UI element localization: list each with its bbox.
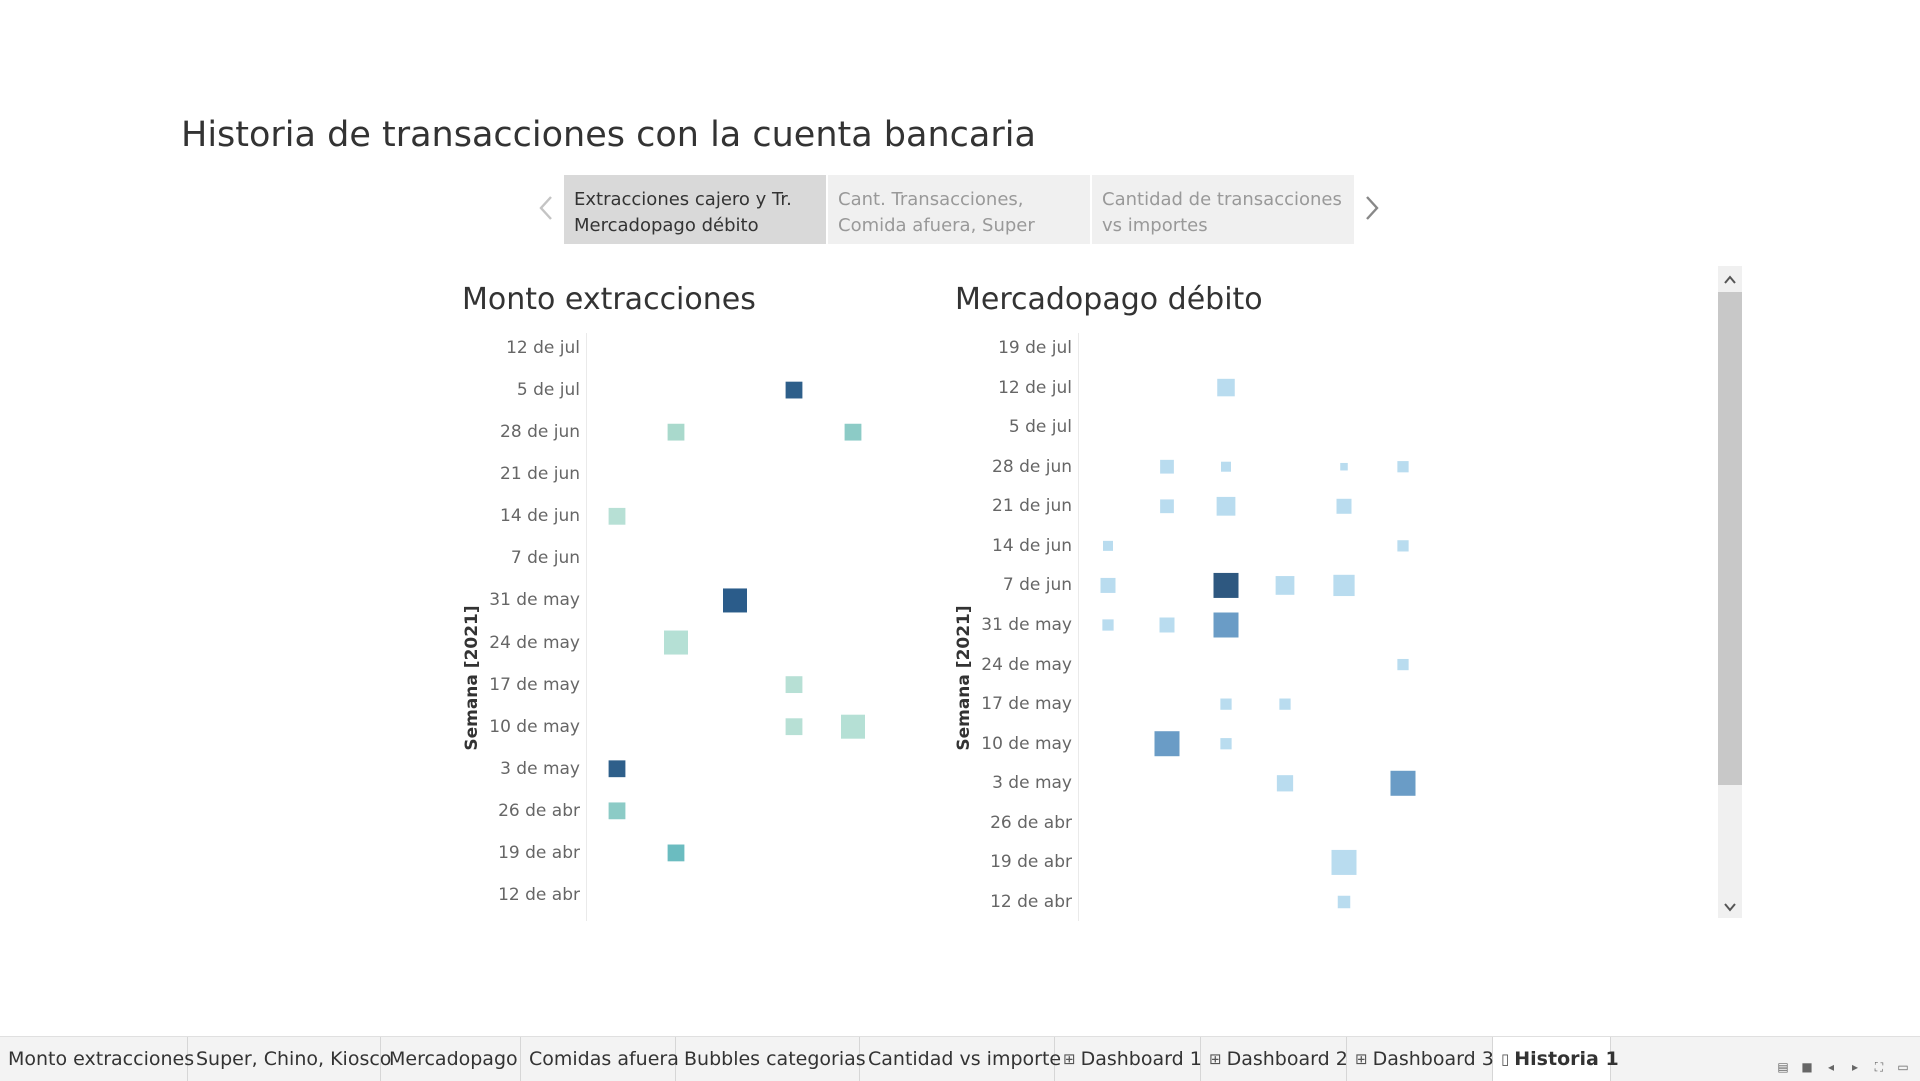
heatmap-square[interactable] <box>1331 849 1357 875</box>
tab-label: Dashboard 1 <box>1080 1048 1202 1070</box>
heatmap-square[interactable] <box>1160 499 1174 514</box>
filmstrip-icon[interactable]: ■ <box>1800 1060 1814 1074</box>
scrollbar-thumb[interactable] <box>1718 292 1742 785</box>
heatmap-square[interactable] <box>1275 576 1295 595</box>
tab-label: Monto extracciones <box>8 1048 195 1070</box>
tab-super-chino-kiosco[interactable]: Super, Chino, Kiosco <box>188 1037 391 1081</box>
tab-label: Dashboard 3 <box>1372 1048 1494 1070</box>
scroll-up-button[interactable] <box>1718 266 1742 292</box>
heatmap-square[interactable] <box>1340 462 1348 471</box>
heatmap-square[interactable] <box>1220 738 1232 750</box>
heatmap-square[interactable] <box>1397 540 1409 552</box>
heatmap-square[interactable] <box>1333 574 1355 597</box>
tab-label: Mercadopago <box>389 1048 518 1070</box>
tab-dashboard-2[interactable]: ⊞ Dashboard 2 <box>1201 1037 1348 1081</box>
dashboard-icon: ⊞ <box>1355 1050 1368 1068</box>
heatmap-square[interactable] <box>1337 895 1351 909</box>
scroll-down-button[interactable] <box>1718 893 1742 919</box>
heatmap-square[interactable] <box>1220 698 1232 710</box>
dashboard-icon: ⊞ <box>1209 1050 1222 1068</box>
prev-sheet-icon[interactable]: ◂ <box>1824 1060 1838 1074</box>
tab-bubbles-categorias[interactable]: Bubbles categorias <box>676 1037 866 1081</box>
heatmap-square[interactable] <box>1336 498 1352 514</box>
show-sheets-icon[interactable]: ▤ <box>1776 1060 1790 1074</box>
heatmap-square[interactable] <box>1154 731 1180 757</box>
heatmap-square[interactable] <box>1100 577 1116 593</box>
tab-label: Dashboard 2 <box>1226 1048 1348 1070</box>
tab-label: Super, Chino, Kiosco <box>196 1048 392 1070</box>
heatmap-square[interactable] <box>1276 775 1294 792</box>
tab-dashboard-1[interactable]: ⊞ Dashboard 1 <box>1055 1037 1202 1081</box>
tab-monto-extracciones[interactable]: Monto extracciones <box>0 1037 194 1081</box>
heatmap-marks-mercadopago-debito <box>1100 378 1416 909</box>
tab-label: Comidas afuera <box>529 1048 679 1070</box>
heatmap-square[interactable] <box>1221 461 1231 472</box>
heatmap-square[interactable] <box>1279 698 1291 710</box>
sheet-tab-bar: Monto extracciones Super, Chino, Kiosco … <box>0 1036 1920 1081</box>
fullscreen-icon[interactable]: ⛶ <box>1872 1060 1886 1074</box>
tab-comidas-afuera[interactable]: Comidas afuera <box>521 1037 679 1081</box>
tab-cantidad-vs-importe[interactable]: Cantidad vs importe <box>860 1037 1061 1081</box>
tab-mercadopago[interactable]: Mercadopago <box>381 1037 521 1081</box>
tab-label: Cantidad vs importe <box>868 1048 1062 1070</box>
heatmap-square[interactable] <box>1213 612 1239 638</box>
heatmap-square[interactable] <box>1213 572 1239 598</box>
heatmap-square[interactable] <box>1390 770 1416 796</box>
heatmap-square[interactable] <box>1216 496 1236 516</box>
chevron-down-icon <box>1723 897 1737 916</box>
heatmap-square[interactable] <box>1103 540 1113 551</box>
tab-dashboard-3[interactable]: ⊞ Dashboard 3 <box>1347 1037 1494 1081</box>
heatmap-square[interactable] <box>1159 617 1175 633</box>
sheet-controls: ▤ ■ ◂ ▸ ⛶ ▭ <box>1776 1060 1910 1075</box>
tab-label: Historia 1 <box>1514 1048 1619 1070</box>
heatmap-square[interactable] <box>1160 459 1174 474</box>
heatmap-square[interactable] <box>1397 461 1409 473</box>
heatmap-square[interactable] <box>1397 658 1409 671</box>
tab-label: Bubbles categorias <box>684 1048 866 1070</box>
presentation-icon[interactable]: ▭ <box>1896 1060 1910 1074</box>
story-icon: ▯ <box>1501 1050 1510 1068</box>
heatmap-square[interactable] <box>1217 378 1235 397</box>
tab-historia-1[interactable]: ▯ Historia 1 <box>1493 1037 1619 1081</box>
chevron-up-icon <box>1723 270 1737 289</box>
next-sheet-icon[interactable]: ▸ <box>1848 1060 1862 1074</box>
dashboard-icon: ⊞ <box>1063 1050 1076 1068</box>
heatmap-square[interactable] <box>1102 619 1114 631</box>
